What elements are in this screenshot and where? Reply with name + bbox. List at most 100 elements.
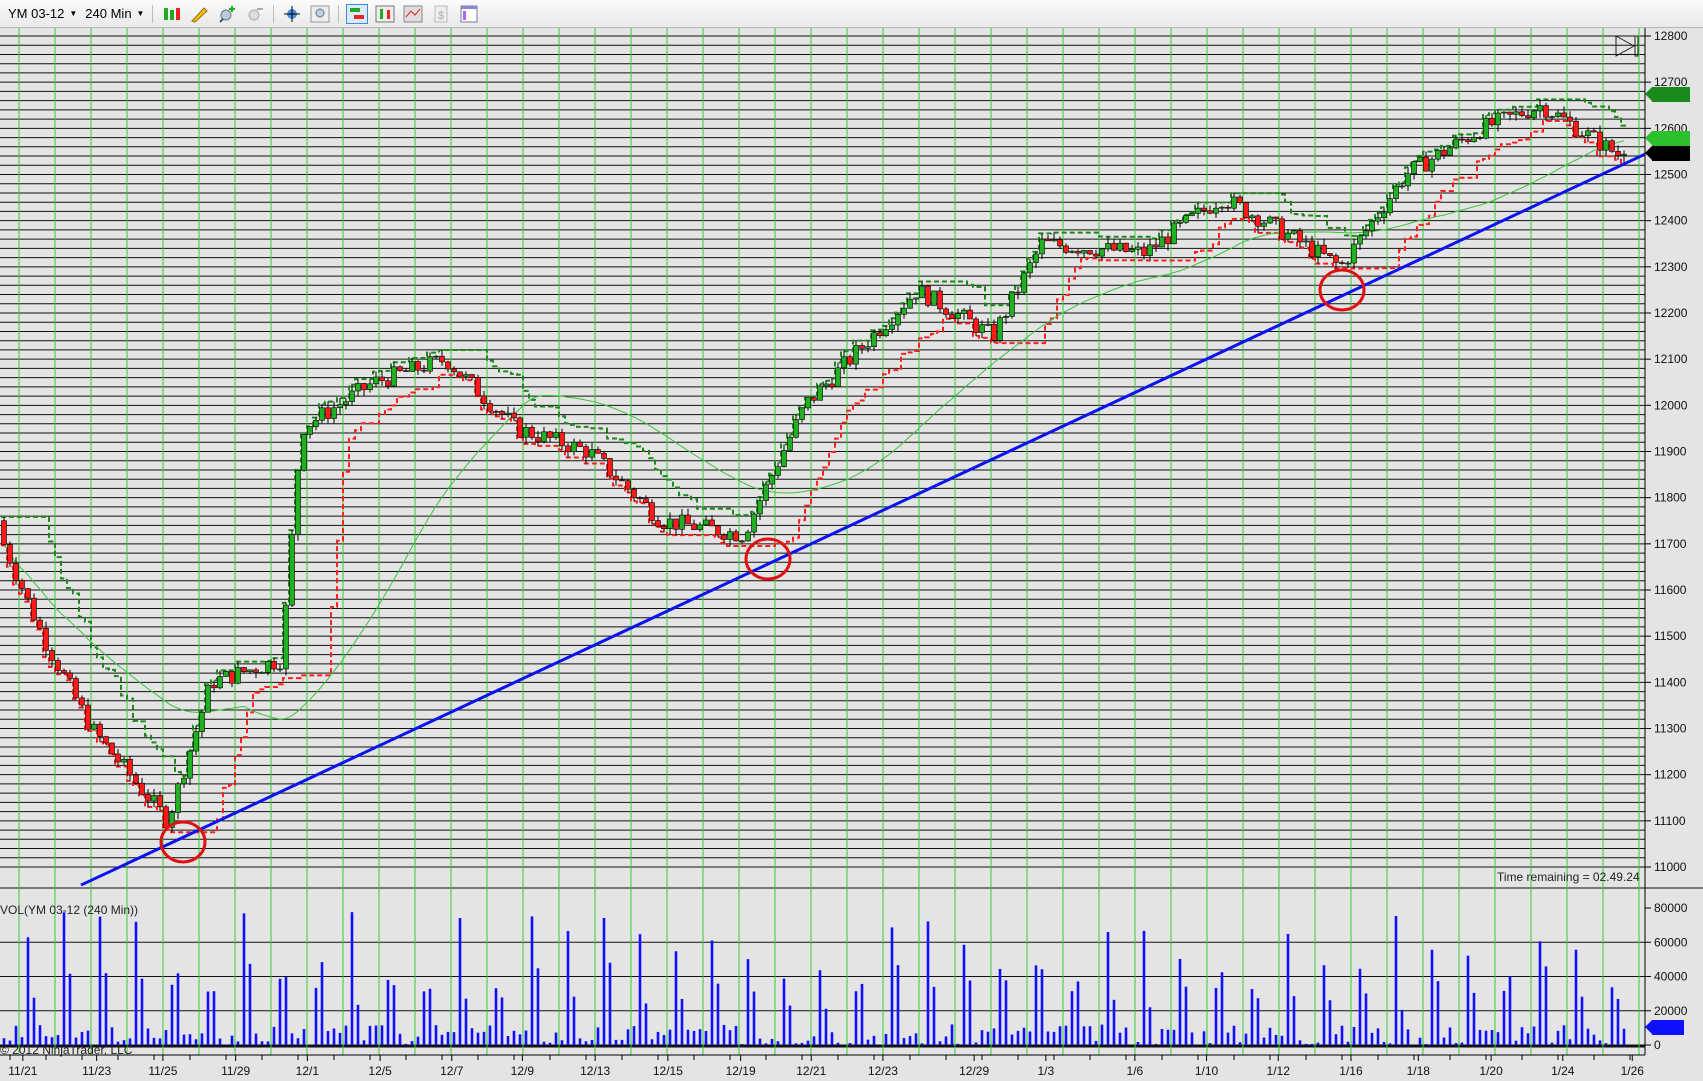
candle-body bbox=[1171, 222, 1177, 245]
volume-bar bbox=[524, 1030, 528, 1045]
date-tick-label: 1/24 bbox=[1551, 1064, 1575, 1078]
crosshair-icon[interactable] bbox=[282, 5, 302, 23]
candle-body bbox=[937, 290, 943, 310]
dollar-icon[interactable]: $ bbox=[431, 5, 451, 23]
candle-body bbox=[13, 562, 19, 581]
volume-bar bbox=[272, 1026, 276, 1045]
candle bbox=[1243, 201, 1249, 219]
candle-body bbox=[1591, 130, 1597, 133]
candle-body bbox=[355, 383, 361, 392]
candle-body bbox=[1387, 198, 1393, 214]
volume-bar bbox=[410, 1041, 414, 1045]
candle-body bbox=[1459, 138, 1465, 141]
candle-body bbox=[457, 371, 463, 377]
data-box-icon[interactable] bbox=[459, 5, 479, 23]
zoom-out-icon[interactable] bbox=[245, 5, 265, 23]
indicators-icon[interactable] bbox=[375, 5, 395, 23]
date-tick-label: 12/1 bbox=[296, 1064, 320, 1078]
bar-type-icon[interactable] bbox=[161, 5, 181, 23]
volume-bar bbox=[518, 1034, 522, 1045]
zoom-box-icon[interactable] bbox=[310, 5, 330, 23]
volume-bar bbox=[1106, 932, 1110, 1045]
candle-body bbox=[289, 534, 295, 606]
drawing-pencil-icon[interactable] bbox=[189, 5, 209, 23]
volume-bar bbox=[440, 1034, 444, 1045]
volume-bar bbox=[1418, 1037, 1422, 1045]
date-tick-label: 12/5 bbox=[368, 1064, 392, 1078]
zoom-in-icon[interactable] bbox=[217, 5, 237, 23]
interval-selector[interactable]: 240 Min ▼ bbox=[85, 6, 144, 21]
moving-average-marker: 12576 bbox=[1644, 131, 1691, 146]
date-tick-label: 12/15 bbox=[653, 1064, 683, 1078]
volume-bar bbox=[1040, 969, 1044, 1045]
volume-bar bbox=[62, 912, 66, 1045]
volume-bar bbox=[1598, 1040, 1602, 1045]
candle-body bbox=[1303, 240, 1309, 243]
candle bbox=[997, 315, 1003, 344]
candle-body bbox=[1309, 240, 1315, 258]
volume-bar bbox=[830, 1032, 834, 1045]
volume-bar bbox=[584, 1041, 588, 1045]
volume-bar bbox=[164, 1030, 168, 1045]
volume-bar bbox=[494, 988, 498, 1045]
candle bbox=[223, 670, 229, 677]
volume-bar bbox=[344, 1025, 348, 1045]
volume-bar bbox=[890, 927, 894, 1045]
volume-bar bbox=[1406, 1029, 1410, 1045]
volume-bar bbox=[1346, 1041, 1350, 1045]
volume-bar bbox=[872, 1035, 876, 1045]
candle bbox=[205, 683, 211, 713]
volume-bar bbox=[812, 1036, 816, 1045]
instrument-selector[interactable]: YM 03-12 ▼ bbox=[8, 6, 77, 21]
candle-body bbox=[793, 419, 799, 438]
volume-bar bbox=[752, 991, 756, 1045]
price-tick-label: 11800 bbox=[1654, 491, 1687, 505]
strategies-icon[interactable] bbox=[403, 5, 423, 23]
chart-trader-icon[interactable] bbox=[346, 3, 369, 24]
volume-bar bbox=[1004, 980, 1008, 1045]
volume-bar bbox=[1580, 996, 1584, 1045]
candle-body bbox=[919, 285, 925, 299]
volume-bar bbox=[374, 1025, 378, 1045]
volume-bar bbox=[380, 1025, 384, 1045]
candle-body bbox=[535, 437, 541, 442]
candle-body bbox=[1507, 111, 1513, 115]
volume-bar bbox=[1502, 990, 1506, 1045]
volume-bar bbox=[674, 951, 678, 1045]
toolbar-divider bbox=[338, 4, 340, 23]
candle-body bbox=[445, 361, 451, 370]
volume-bar bbox=[134, 921, 138, 1045]
volume-bar bbox=[398, 1033, 402, 1045]
volume-tick-label: 80000 bbox=[1654, 901, 1688, 915]
volume-bar bbox=[1166, 1029, 1170, 1045]
candle-body bbox=[757, 500, 763, 515]
candle-body bbox=[67, 672, 73, 679]
candle bbox=[925, 284, 931, 308]
date-tick-label: 1/12 bbox=[1267, 1064, 1291, 1078]
volume-bar bbox=[1112, 999, 1116, 1045]
candle-body bbox=[1081, 250, 1087, 254]
candle-body bbox=[223, 671, 229, 677]
candle-body bbox=[49, 650, 55, 661]
date-tick-label: 11/29 bbox=[221, 1064, 250, 1078]
candle-body bbox=[1381, 212, 1387, 219]
candle-body bbox=[1597, 131, 1603, 151]
volume-bar bbox=[1280, 1035, 1284, 1045]
volume-bar bbox=[98, 916, 102, 1045]
volume-bar bbox=[1328, 1000, 1332, 1045]
candle-body bbox=[1423, 156, 1429, 172]
candle-body bbox=[739, 540, 745, 543]
volume-bar bbox=[926, 921, 930, 1045]
volume-bar bbox=[1442, 1037, 1446, 1045]
candle-body bbox=[805, 397, 811, 409]
volume-bar bbox=[806, 1040, 810, 1045]
volume-bar bbox=[1322, 965, 1326, 1045]
candle bbox=[295, 469, 301, 541]
candle-body bbox=[199, 711, 205, 732]
candle-body bbox=[205, 684, 211, 713]
volume-bar bbox=[914, 1033, 918, 1045]
candle-body bbox=[475, 377, 481, 397]
price-chart[interactable]: 1280012700126001250012400123001220012100… bbox=[0, 28, 1703, 1081]
candle-body bbox=[499, 410, 505, 415]
candle-body bbox=[1555, 112, 1561, 117]
